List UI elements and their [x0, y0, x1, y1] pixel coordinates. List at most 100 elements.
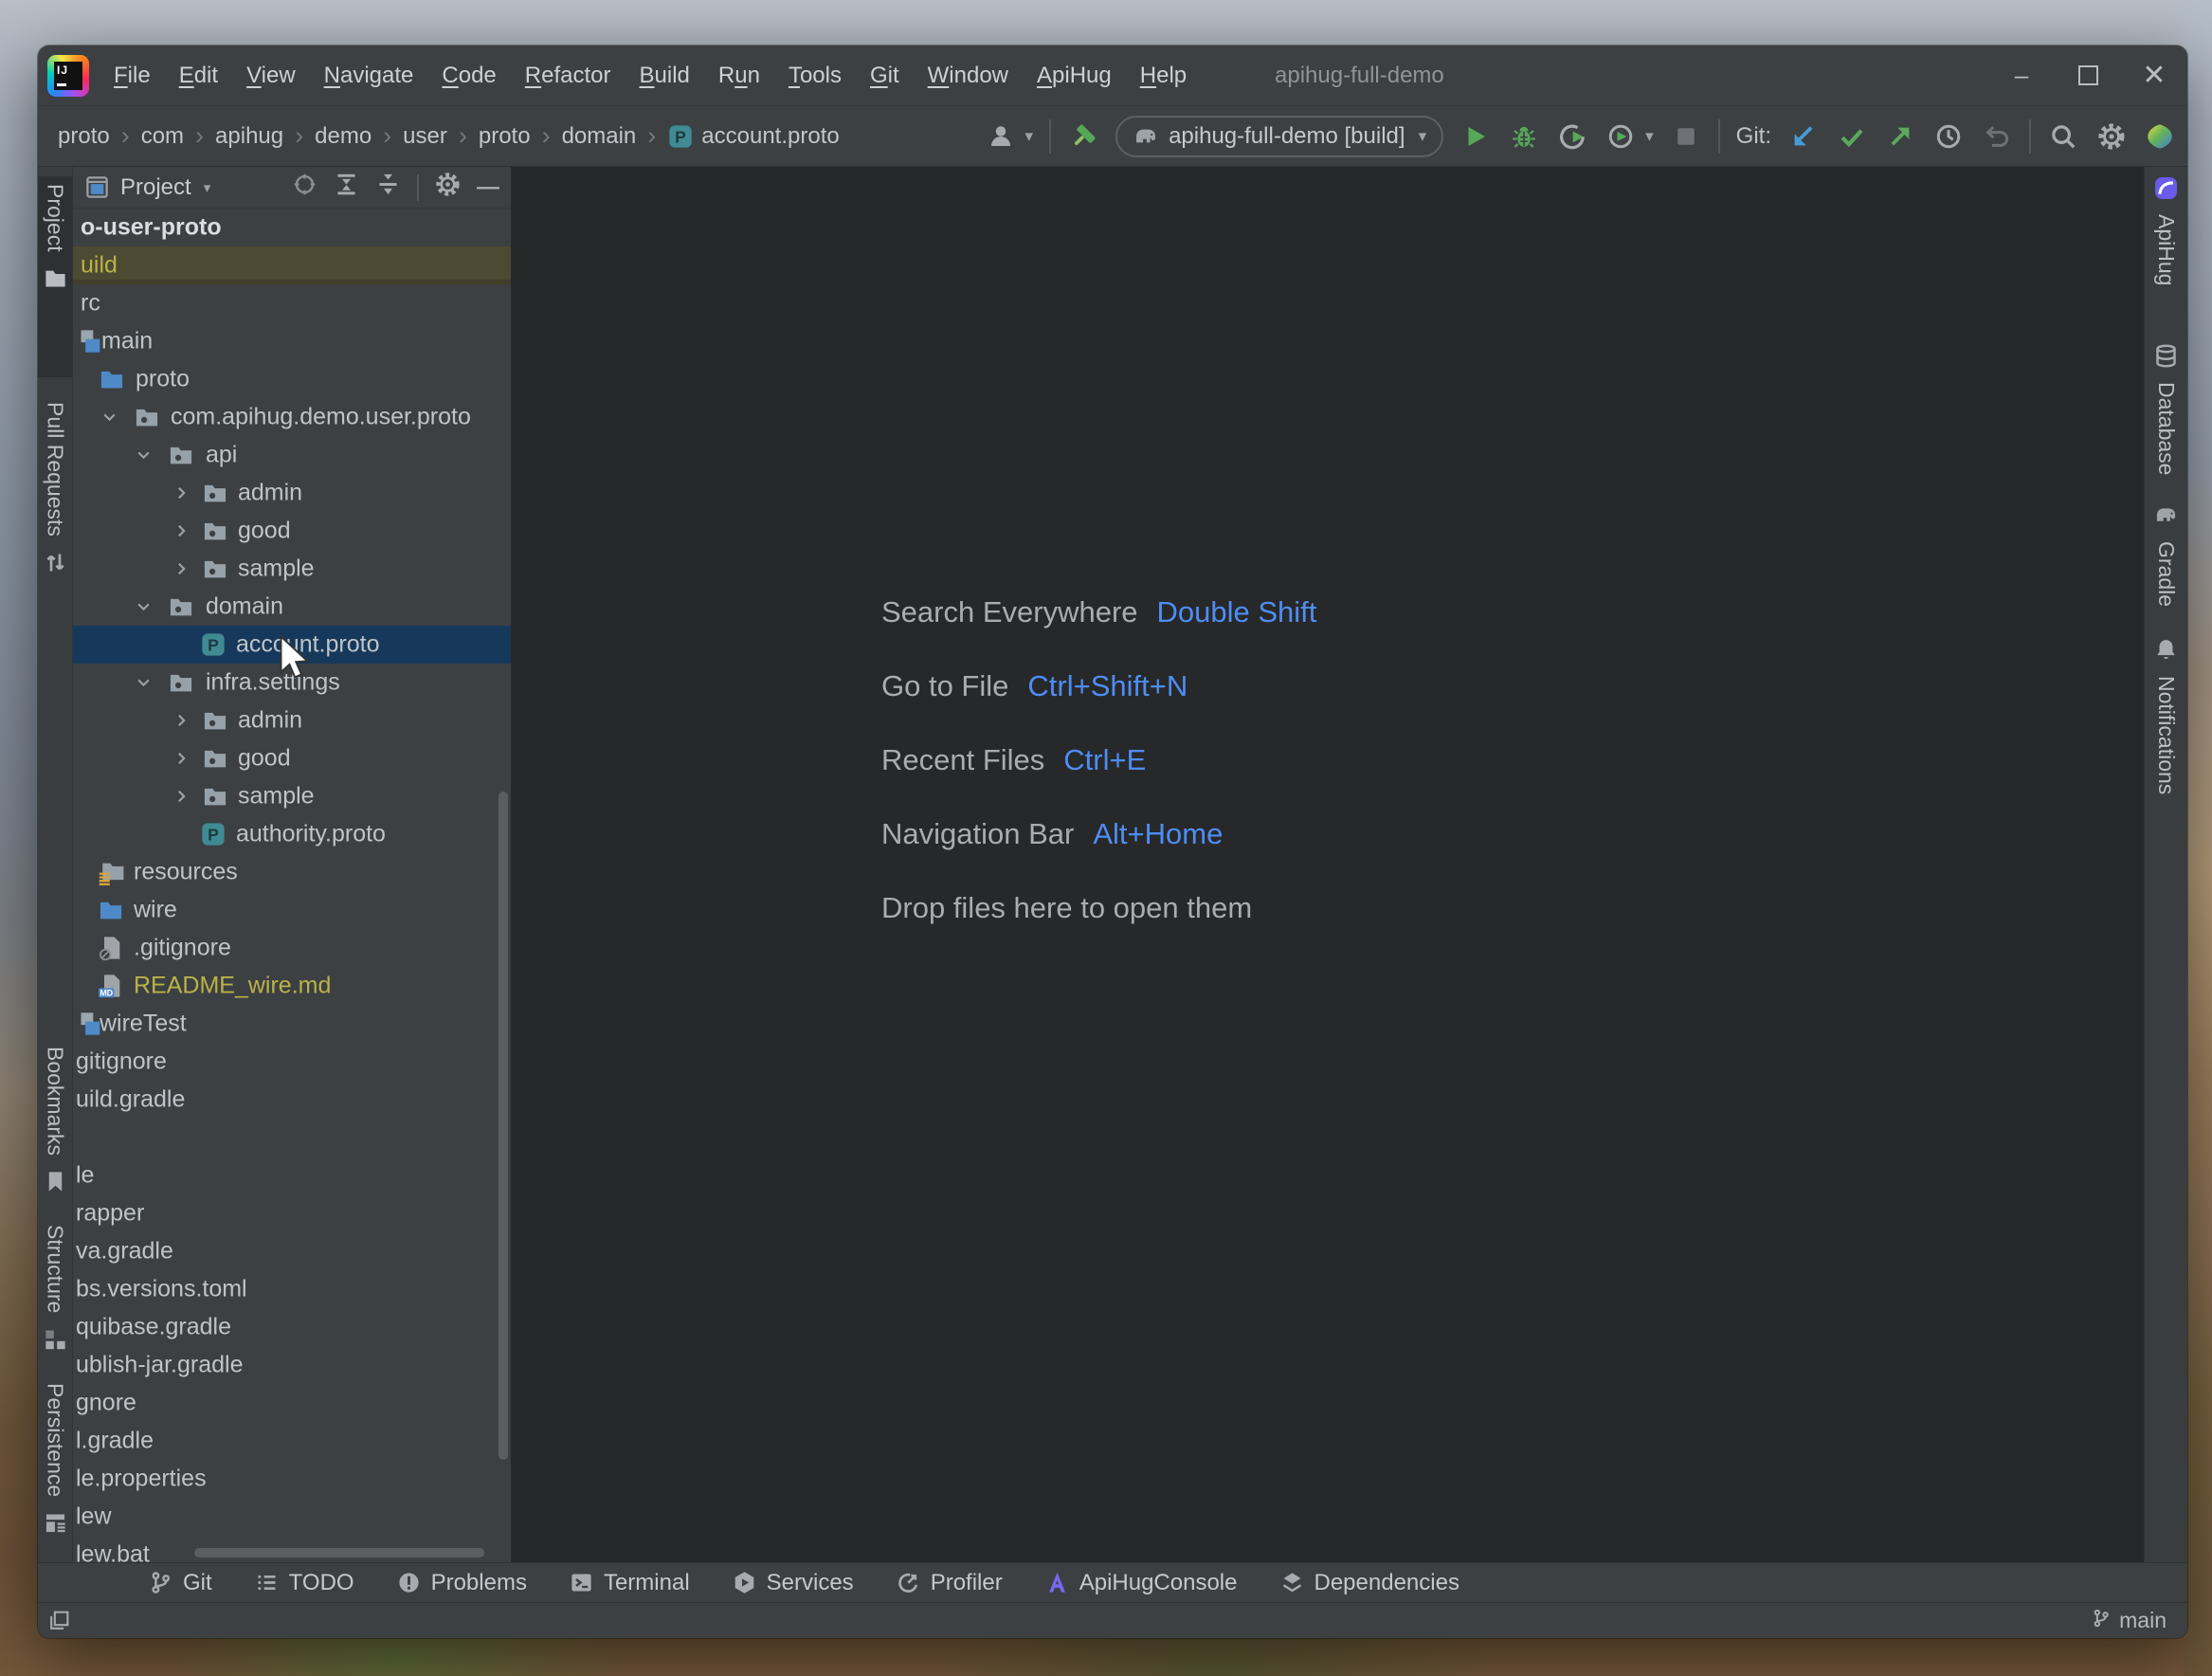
tree-row-account.proto[interactable]: Paccount.proto [73, 626, 511, 664]
menu-build[interactable]: Build [628, 55, 701, 97]
menu-code[interactable]: Code [430, 55, 507, 97]
tree-row-infra.settings[interactable]: infra.settings [73, 664, 511, 701]
menu-view[interactable]: View [235, 55, 307, 97]
tree-row-lew.bat[interactable]: lew.bat [73, 1536, 511, 1563]
project-panel-title[interactable]: Project [120, 174, 191, 201]
breadcrumb-item[interactable]: apihug [209, 120, 290, 153]
git-push-icon[interactable] [1884, 120, 1916, 153]
tool-tab-git[interactable]: Git [148, 1570, 212, 1596]
menu-tools[interactable]: Tools [777, 55, 853, 97]
minimize-button[interactable]: – [1988, 46, 2055, 105]
locate-file-icon[interactable] [292, 172, 317, 204]
tree-row-authority.proto[interactable]: Pauthority.proto [73, 815, 511, 853]
chevron-down-icon[interactable] [136, 447, 152, 464]
tree-row-sample[interactable]: sample [73, 550, 511, 588]
maximize-button[interactable] [2055, 46, 2121, 105]
tree-row-va.gradle[interactable]: va.gradle [73, 1232, 511, 1270]
sidebar-tab-structure[interactable]: Structure [38, 1217, 72, 1357]
chevron-right-icon[interactable] [173, 561, 190, 577]
git-branch-widget[interactable]: main [2091, 1608, 2167, 1634]
breadcrumb-item[interactable]: demo [308, 120, 378, 153]
collapse-all-icon[interactable] [375, 172, 401, 204]
tree-row-ublish-jar.gradle[interactable]: ublish-jar.gradle [73, 1346, 511, 1384]
tree-row-main[interactable]: main [73, 322, 511, 360]
tree-row-admin[interactable]: admin [73, 701, 511, 739]
close-button[interactable]: ✕ [2121, 46, 2187, 105]
tool-tab-apihugconsole[interactable]: ApiHugConsole [1044, 1570, 1238, 1596]
chevron-right-icon[interactable] [173, 751, 190, 767]
tree-row-uild[interactable]: uild [73, 246, 511, 284]
tree-row-lew[interactable]: lew [73, 1498, 511, 1536]
breadcrumb-item[interactable]: proto [472, 120, 537, 153]
breadcrumb-item[interactable]: domain [555, 120, 644, 153]
menu-help[interactable]: Help [1129, 55, 1198, 97]
tree-row-domain[interactable]: domain [73, 588, 511, 626]
tree-row-com.apihug.demo.user.proto[interactable]: com.apihug.demo.user.proto [73, 398, 511, 436]
tree-row-uild.gradle[interactable]: uild.gradle [73, 1081, 511, 1119]
user-profile-icon[interactable] [985, 120, 1017, 153]
hide-panel-icon[interactable]: — [477, 174, 499, 201]
tree-row-le[interactable]: le [73, 1157, 511, 1194]
menu-edit[interactable]: Edit [168, 55, 229, 97]
tree-row-api[interactable]: api [73, 436, 511, 474]
chevron-right-icon[interactable] [173, 523, 190, 539]
tool-tab-terminal[interactable]: Terminal [569, 1570, 690, 1596]
tree-row-resources[interactable]: resources [73, 853, 511, 891]
tool-window-layout-icon[interactable] [47, 1609, 71, 1632]
settings-icon[interactable] [2095, 120, 2128, 153]
chevron-right-icon[interactable] [173, 713, 190, 729]
tree-row-.gitignore[interactable]: .gitignore [73, 929, 511, 967]
tool-tab-services[interactable]: Services [732, 1570, 854, 1596]
tree-row-gitignore[interactable]: gitignore [73, 1043, 511, 1081]
profile-button[interactable] [1556, 120, 1588, 153]
menu-apihug[interactable]: ApiHug [1025, 55, 1123, 97]
breadcrumb-item[interactable]: user [396, 120, 454, 153]
right-tab-database[interactable]: Database [2145, 339, 2187, 491]
menu-window[interactable]: Window [916, 55, 1020, 97]
sidebar-tab-project[interactable]: Project [38, 176, 72, 377]
build-project-icon[interactable] [1067, 120, 1099, 153]
run-with-coverage-button[interactable] [1605, 120, 1637, 153]
sidebar-tab-pull-requests[interactable]: Pull Requests [38, 394, 72, 728]
search-everywhere-icon[interactable] [2047, 120, 2079, 153]
tree-row-admin[interactable]: admin [73, 474, 511, 512]
tree-row-quibase.gradle[interactable]: quibase.gradle [73, 1308, 511, 1346]
tree-row-wire[interactable]: wire [73, 891, 511, 929]
tree-row-l.gradle[interactable]: l.gradle [73, 1422, 511, 1460]
git-update-icon[interactable] [1787, 120, 1820, 153]
breadcrumb-item[interactable]: proto [51, 120, 117, 153]
tree-row-gnore[interactable]: gnore [73, 1384, 511, 1422]
gear-icon[interactable] [435, 172, 461, 204]
chevron-right-icon[interactable] [173, 485, 190, 501]
tool-tab-dependencies[interactable]: Dependencies [1279, 1570, 1460, 1596]
chevron-down-icon[interactable]: ▾ [1025, 127, 1034, 146]
menu-navigate[interactable]: Navigate [313, 55, 426, 97]
tree-row-rapper[interactable]: rapper [73, 1194, 511, 1232]
menu-file[interactable]: File [102, 55, 162, 97]
right-tab-notifications[interactable]: Notifications [2145, 633, 2187, 802]
chevron-right-icon[interactable] [173, 789, 190, 805]
chevron-down-icon[interactable]: ▾ [204, 179, 211, 196]
chevron-down-icon[interactable] [101, 410, 118, 426]
tool-tab-problems[interactable]: Problems [396, 1570, 527, 1596]
tree-row-bs.versions.toml[interactable]: bs.versions.toml [73, 1270, 511, 1308]
expand-all-icon[interactable] [334, 172, 359, 204]
right-tab-gradle[interactable]: Gradle [2145, 499, 2187, 614]
debug-button[interactable] [1508, 120, 1540, 153]
run-configuration-select[interactable]: apihug-full-demo [build] ▾ [1115, 115, 1444, 157]
plugin-sphere-icon[interactable] [2144, 120, 2176, 153]
menu-refactor[interactable]: Refactor [514, 55, 623, 97]
menu-run[interactable]: Run [707, 55, 771, 97]
sidebar-tab-bookmarks[interactable]: Bookmarks [38, 1039, 72, 1202]
tree-row-wiretest[interactable]: wireTest [73, 1005, 511, 1043]
tree-row-sample[interactable]: sample [73, 777, 511, 815]
sidebar-tab-persistence[interactable]: Persistence [38, 1375, 72, 1548]
right-tab-apihug[interactable]: ApiHug [2145, 172, 2187, 323]
tree-row-good[interactable]: good [73, 512, 511, 550]
git-commit-icon[interactable] [1836, 120, 1868, 153]
tree-row-proto[interactable]: proto [73, 360, 511, 398]
breadcrumb-current-file[interactable]: Paccount.proto [661, 120, 845, 153]
tree-row-good[interactable]: good [73, 739, 511, 777]
chevron-down-icon[interactable]: ▾ [1645, 127, 1654, 146]
history-icon[interactable] [1932, 120, 1965, 153]
